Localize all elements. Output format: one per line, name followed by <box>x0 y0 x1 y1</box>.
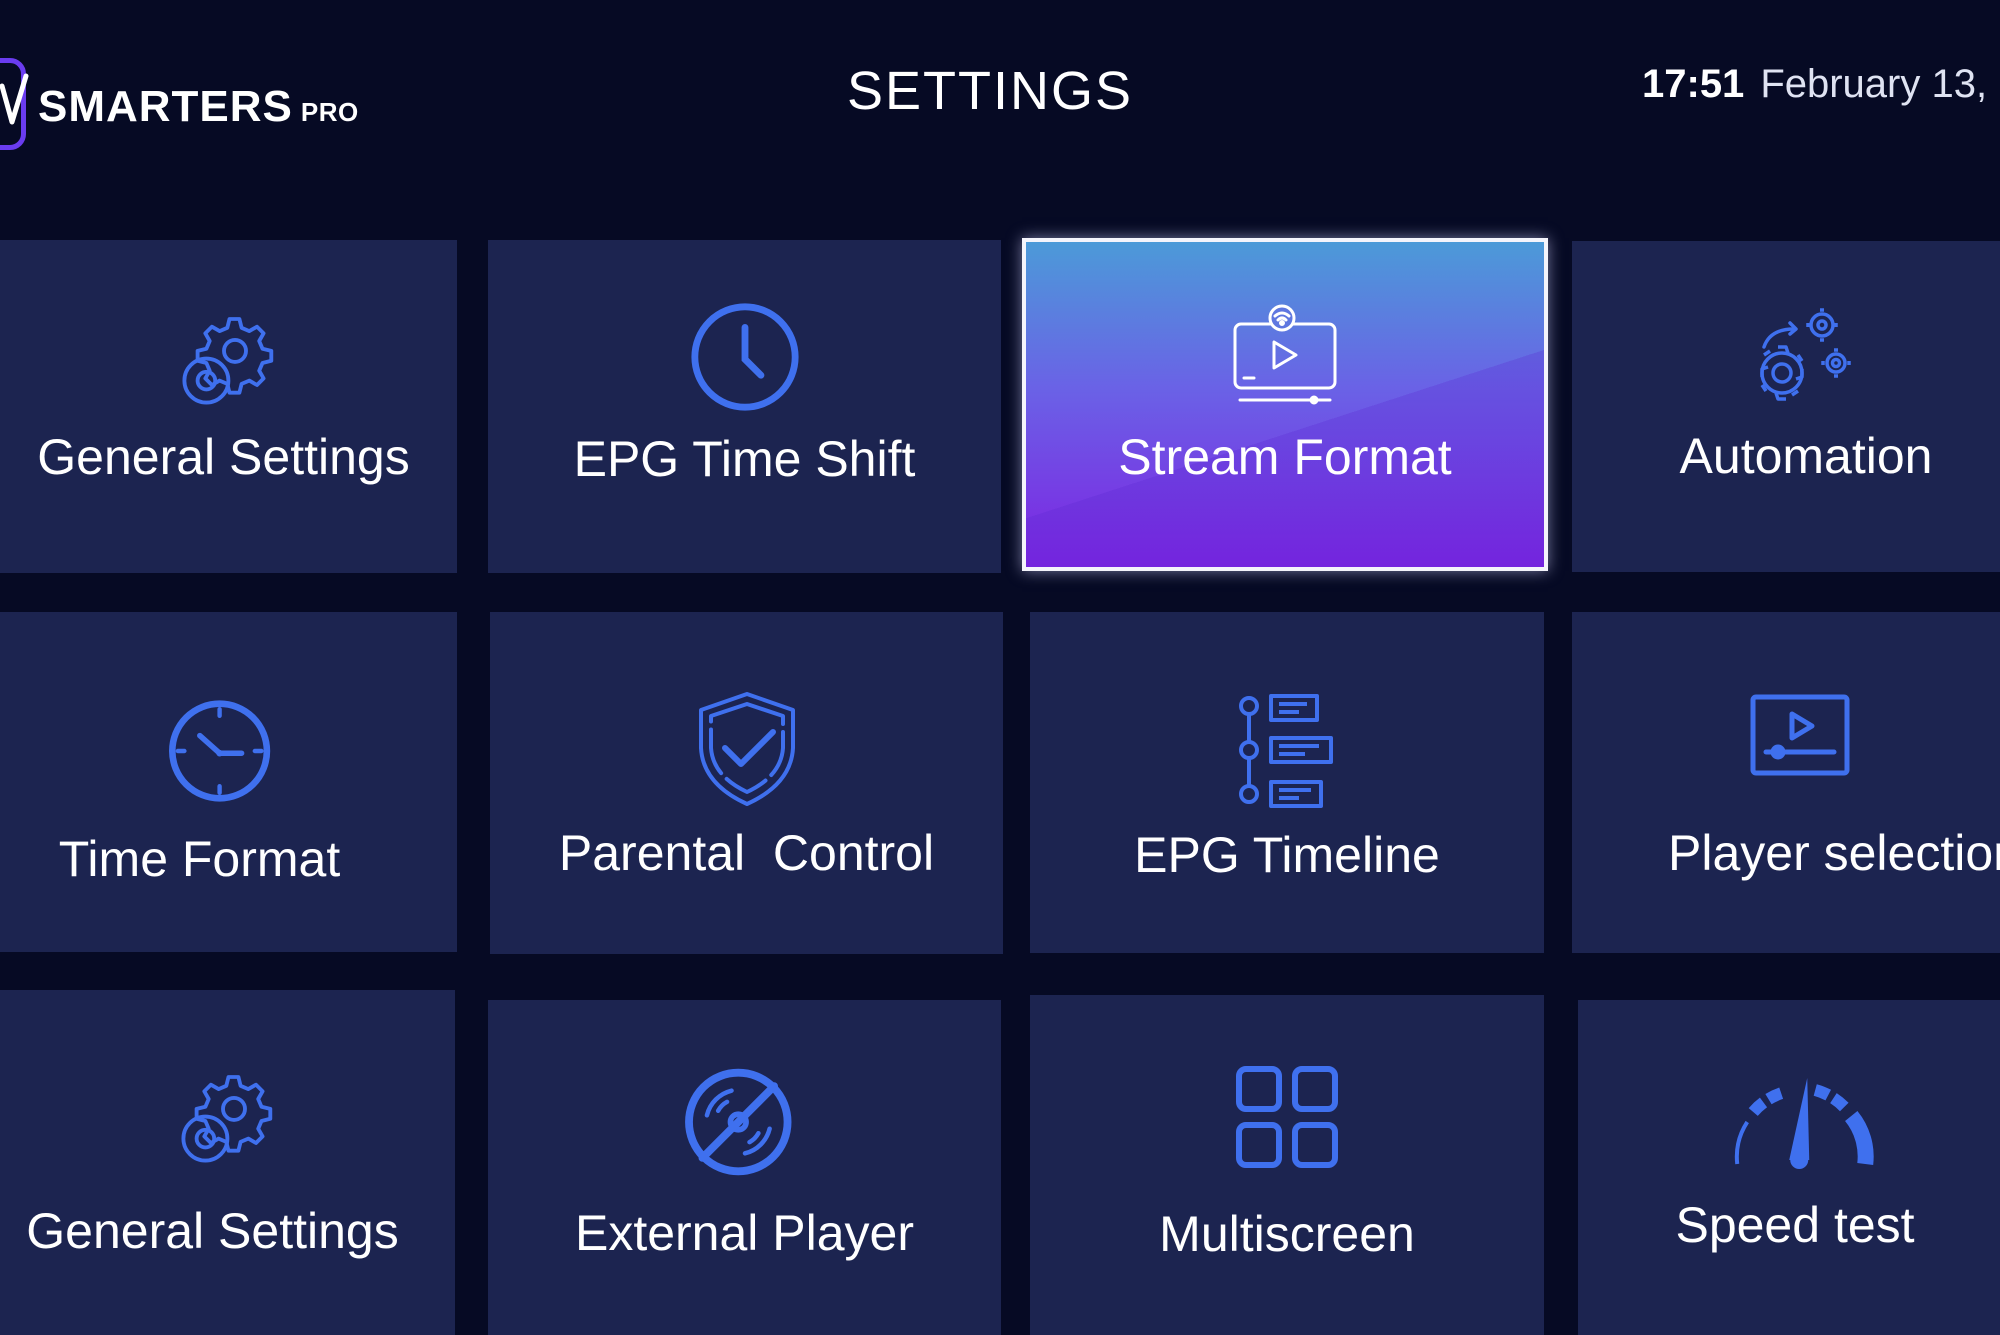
tile-label: Speed test <box>1675 1197 1915 1253</box>
tile-speed-test[interactable]: Speed test <box>1578 1000 2000 1335</box>
tile-label: Automation <box>1679 428 1933 484</box>
timeline-icon <box>1239 694 1333 808</box>
grid-icon <box>1236 1066 1338 1168</box>
clock-icon <box>168 700 270 802</box>
tile-label: Player selection <box>1668 825 2000 881</box>
tile-automation[interactable]: Automation <box>1572 241 2000 572</box>
tile-external-player[interactable]: External Player <box>488 1000 1001 1335</box>
tile-player-selection[interactable]: Player selection <box>1572 612 2000 953</box>
clock-date: February 13, <box>1760 62 1988 106</box>
player-icon <box>1750 694 1850 776</box>
tile-label: EPG Time Shift <box>573 431 916 487</box>
clock: 17:51 February 13, <box>1642 62 1987 107</box>
tile-time-format[interactable]: Time Format <box>0 612 457 952</box>
tile-label: Time Format <box>58 831 341 887</box>
tile-label: Stream Format <box>1118 429 1452 485</box>
tile-label: Multiscreen <box>1159 1206 1415 1262</box>
speedometer-icon <box>1734 1078 1874 1169</box>
tile-general-settings-2[interactable]: General Settings <box>0 990 455 1335</box>
tile-epg-timeline[interactable]: EPG Timeline <box>1030 612 1544 953</box>
tile-label: General Settings <box>26 1203 399 1259</box>
clock-time: 17:51 <box>1642 62 1745 106</box>
tile-general-settings[interactable]: General Settings <box>0 240 457 573</box>
tile-label: EPG Timeline <box>1134 827 1440 883</box>
shield-check-icon <box>698 692 795 806</box>
clock-icon <box>690 303 799 411</box>
tile-stream-format[interactable]: Stream Format <box>1022 238 1548 571</box>
tile-label: Parental Control <box>558 825 935 881</box>
tile-label: General Settings <box>37 429 410 485</box>
gear-icon <box>181 317 273 405</box>
tile-epg-time-shift[interactable]: EPG Time Shift <box>488 240 1001 573</box>
gear-icon <box>180 1075 272 1163</box>
disc-off-icon <box>684 1068 791 1176</box>
tile-multiscreen[interactable]: Multiscreen <box>1030 995 1544 1335</box>
tv-stream-icon <box>1233 304 1337 405</box>
gears-icon <box>1760 308 1851 401</box>
tile-label: External Player <box>574 1205 915 1261</box>
tile-parental-control[interactable]: Parental Control <box>490 612 1003 954</box>
